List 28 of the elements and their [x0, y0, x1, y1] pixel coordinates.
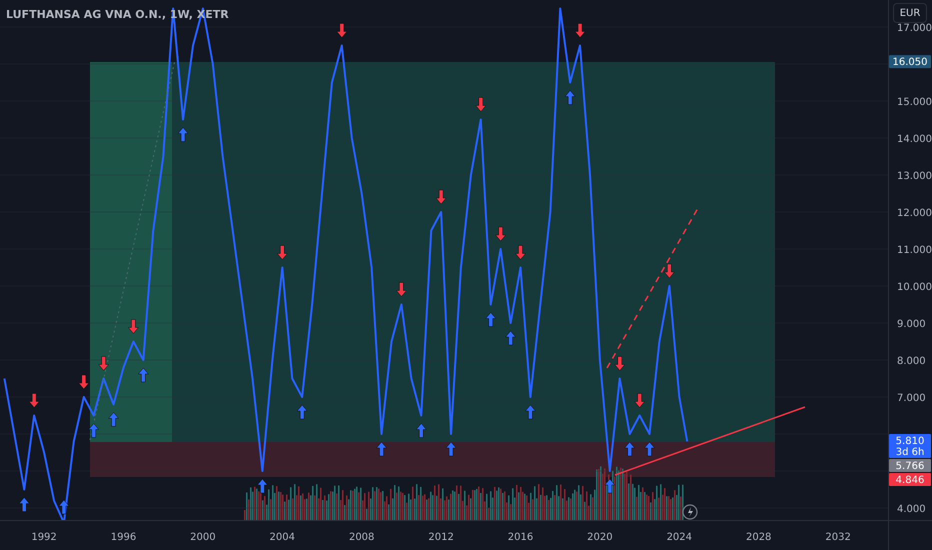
- y-axis-label: 12.000: [897, 208, 932, 219]
- currency-button[interactable]: EUR: [893, 3, 927, 23]
- x-axis-label: 2016: [508, 532, 534, 543]
- price-tag: 4.846: [889, 473, 931, 486]
- y-axis-label: 17.000: [897, 23, 932, 34]
- y-axis-label: 11.000: [897, 245, 932, 256]
- x-axis-label: 2020: [587, 532, 613, 543]
- y-axis-label: 13.000: [897, 171, 932, 182]
- y-axis-label: 10.000: [897, 282, 932, 293]
- x-axis-label: 2032: [825, 532, 851, 543]
- x-axis-label: 2000: [190, 532, 216, 543]
- x-axis-label: 1996: [110, 532, 136, 543]
- x-axis-label: 2012: [428, 532, 454, 543]
- x-axis-label: 2024: [666, 532, 692, 543]
- price-tag: 16.050: [889, 55, 931, 68]
- y-axis-label: 8.000: [897, 356, 926, 367]
- y-axis-label: 14.000: [897, 134, 932, 145]
- lightning-icon[interactable]: [682, 504, 698, 520]
- y-axis-label: 7.000: [897, 393, 926, 404]
- y-axis-label: 15.000: [897, 97, 932, 108]
- x-axis-label: 2008: [348, 532, 374, 543]
- price-tag: 5.766: [889, 459, 931, 472]
- x-axis-label: 2028: [746, 532, 772, 543]
- y-axis-label: 9.000: [897, 319, 926, 330]
- x-axis-label: 1992: [31, 532, 57, 543]
- price-tag: 5.810 3d 6h: [889, 434, 931, 458]
- x-axis-label: 2004: [270, 532, 295, 543]
- y-axis-label: 4.000: [897, 504, 926, 515]
